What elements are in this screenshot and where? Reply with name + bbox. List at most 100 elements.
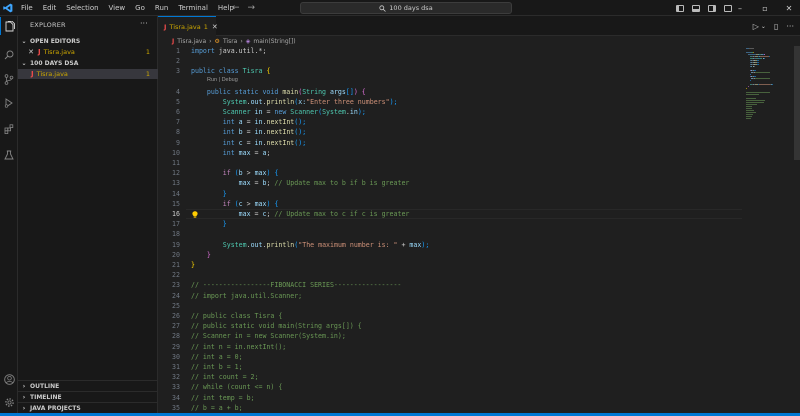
code-line[interactable]: 19 System.out.println("The maximum numbe… xyxy=(158,240,742,250)
menu-terminal[interactable]: Terminal xyxy=(173,0,213,16)
editor-scrollbar[interactable] xyxy=(793,46,800,416)
settings-gear-icon[interactable] xyxy=(0,393,18,411)
code-line[interactable]: 27 // public static void main(String args… xyxy=(158,321,742,331)
breadcrumb-file[interactable]: Tisra.java xyxy=(177,38,206,45)
code-line[interactable]: 3 public class Tisra { xyxy=(158,66,742,76)
code-line[interactable]: 32 // int count = 2; xyxy=(158,372,742,382)
line-number: 32 xyxy=(172,373,180,382)
close-editor-icon[interactable]: ✕ xyxy=(18,48,38,56)
more-actions-icon[interactable]: ··· xyxy=(786,22,794,31)
code-line[interactable]: 13 max = b; // Update max to b if b is g… xyxy=(158,178,742,188)
code-line[interactable]: 2 xyxy=(158,56,742,66)
testing-icon[interactable] xyxy=(0,146,18,164)
line-number: 24 xyxy=(172,291,180,300)
java-projects-section[interactable]: › JAVA PROJECTS xyxy=(18,402,158,413)
code-token: in xyxy=(254,128,263,137)
open-editors-header[interactable]: ⌄ OPEN EDITORS xyxy=(18,36,158,46)
codelens-run-debug[interactable]: Run | Debug xyxy=(207,77,238,85)
code-line[interactable]: 35 // b = a + b; xyxy=(158,403,742,413)
code-token: in xyxy=(254,118,263,127)
extensions-icon[interactable] xyxy=(0,120,18,138)
explorer-icon[interactable] xyxy=(0,17,18,35)
line-number: 9 xyxy=(176,138,180,147)
code-line[interactable]: 12 if (b > max) { xyxy=(158,168,742,178)
command-center-search[interactable]: 100 days dsa xyxy=(300,2,512,14)
close-window-button[interactable]: ✕ xyxy=(778,0,800,16)
code-line[interactable]: 22 xyxy=(158,270,742,280)
breadcrumb-class[interactable]: Tisra xyxy=(223,38,237,45)
more-actions-icon[interactable]: ··· xyxy=(140,19,148,28)
code-line[interactable]: 7 int a = in.nextInt(); xyxy=(158,117,742,127)
code-line[interactable]: 15 if (c > max) { xyxy=(158,199,742,209)
close-tab-icon[interactable]: ✕ xyxy=(212,23,218,31)
open-editor-item[interactable]: ✕ J Tisra.java 1 xyxy=(18,47,158,57)
code-text: // int n = in.nextInt(); xyxy=(191,343,286,351)
code-token: } xyxy=(191,189,227,198)
code-line[interactable]: 1 import java.util.*; xyxy=(158,46,742,56)
code-line[interactable]: 31 // int b = 1; xyxy=(158,362,742,372)
code-line[interactable]: 16 max = c; // Update max to c if c is g… xyxy=(158,209,742,219)
code-line[interactable]: 33 // while (count <= n) { xyxy=(158,382,742,392)
forward-arrow-icon[interactable]: → xyxy=(248,3,256,13)
toggle-panel-icon[interactable] xyxy=(692,4,700,12)
file-tree-item[interactable]: J Tisra.java 1 xyxy=(18,69,158,79)
code-line[interactable]: 5 System.out.println(x:"Enter three numb… xyxy=(158,97,742,107)
code-line[interactable]: 18 xyxy=(158,229,742,239)
source-control-icon[interactable] xyxy=(0,70,18,88)
code-line[interactable]: 26 // public class Tisra { xyxy=(158,311,742,321)
minimize-button[interactable]: – xyxy=(729,0,751,16)
run-debug-icon[interactable] xyxy=(0,94,18,112)
code-line[interactable]: 8 int b = in.nextInt(); xyxy=(158,127,742,137)
menu-edit[interactable]: Edit xyxy=(38,0,62,16)
code-line[interactable]: 10 int max = a; xyxy=(158,148,742,158)
code-line[interactable]: 29 // int n = in.nextInt(); xyxy=(158,342,742,352)
folder-label: 100 DAYS DSA xyxy=(30,59,79,67)
code-line[interactable]: 21} xyxy=(158,260,742,270)
sidebar-title: EXPLORER xyxy=(30,21,66,29)
scrollbar-thumb[interactable] xyxy=(794,46,800,160)
code-token: // Update max to b if b is greater xyxy=(274,179,410,188)
outline-section[interactable]: › OUTLINE xyxy=(18,380,158,391)
code-line[interactable]: 34 // int temp = b; xyxy=(158,393,742,403)
menu-view[interactable]: View xyxy=(104,0,131,16)
breadcrumb-method[interactable]: main(String[]) xyxy=(253,38,295,45)
code-line[interactable]: 28 // Scanner in = new Scanner(System.in)… xyxy=(158,331,742,341)
line-number: 13 xyxy=(172,179,180,188)
menu-run[interactable]: Run xyxy=(150,0,173,16)
run-dropdown-icon[interactable]: ⌄ xyxy=(761,23,766,30)
code-token: int xyxy=(191,128,239,137)
code-line[interactable]: 11 xyxy=(158,158,742,168)
minimap[interactable] xyxy=(742,46,792,166)
code-line[interactable]: 17 } xyxy=(158,219,742,229)
code-line[interactable]: 9 int c = in.nextInt(); xyxy=(158,138,742,148)
split-editor-icon[interactable]: ▯ xyxy=(774,22,778,31)
code-line[interactable]: 23 // -----------------FIBONACCI SERIES--… xyxy=(158,280,742,290)
code-token: String xyxy=(302,87,330,96)
menu-selection[interactable]: Selection xyxy=(61,0,103,16)
folder-header[interactable]: ⌄ 100 DAYS DSA xyxy=(18,58,158,68)
toggle-secondary-sidebar-icon[interactable] xyxy=(708,4,716,12)
timeline-section[interactable]: › TIMELINE xyxy=(18,391,158,402)
menu-file[interactable]: File xyxy=(16,0,38,16)
search-icon[interactable] xyxy=(0,46,18,64)
code-line[interactable]: 20 } xyxy=(158,250,742,260)
editor-tab[interactable]: J Tisra.java 1 ✕ xyxy=(158,16,218,36)
run-icon[interactable]: ▷ xyxy=(753,22,759,31)
maximize-button[interactable]: ▫ xyxy=(754,0,776,16)
code-line[interactable]: 24 // import java.util.Scanner; xyxy=(158,291,742,301)
code-token: = xyxy=(262,108,275,117)
code-line[interactable]: 4 public static void main(String args[])… xyxy=(158,87,742,97)
minimap-token xyxy=(746,98,757,99)
code-line[interactable]: 14 } xyxy=(158,189,742,199)
back-arrow-icon[interactable]: ← xyxy=(232,3,240,13)
code-token: out xyxy=(250,240,263,249)
account-icon[interactable] xyxy=(0,370,18,388)
code-token: // b = a + b; xyxy=(191,403,243,412)
minimap-token xyxy=(759,56,769,57)
code-line[interactable]: 25 xyxy=(158,301,742,311)
menu-go[interactable]: Go xyxy=(130,0,150,16)
code-line[interactable]: 6 Scanner in = new Scanner(System.in); xyxy=(158,107,742,117)
toggle-sidebar-icon[interactable] xyxy=(676,4,684,12)
code-line[interactable]: 30 // int a = 0; xyxy=(158,352,742,362)
code-editor[interactable]: Run | Debug 1 import java.util.*; 2 3 public… xyxy=(158,46,742,416)
